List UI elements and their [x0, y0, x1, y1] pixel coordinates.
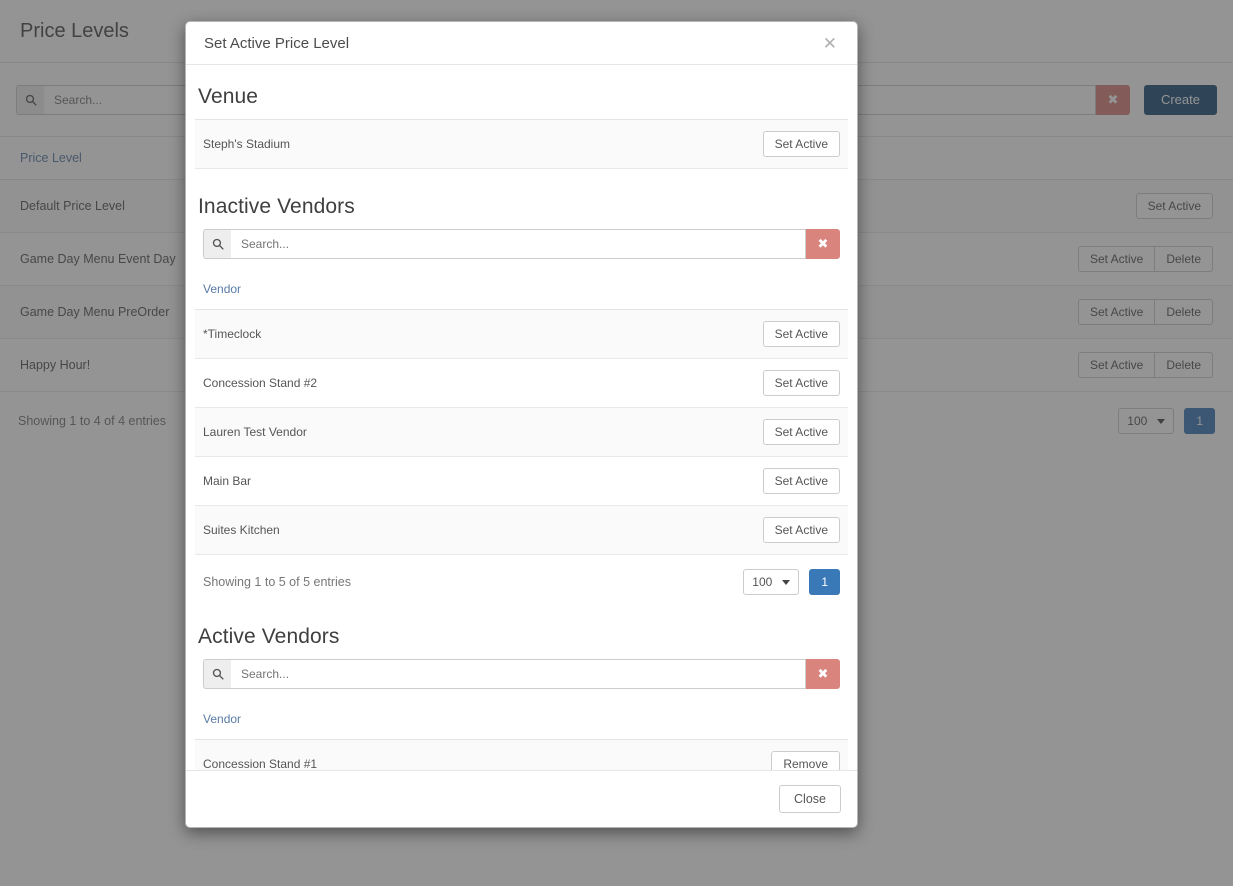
row-actions: Set Active — [576, 309, 848, 359]
active-vendors-table: Vendor Concession Stand #1 Remove — [195, 699, 848, 770]
set-active-button[interactable]: Set Active — [762, 321, 840, 347]
active-search-row: ✖ — [195, 659, 848, 699]
table-row: Steph's Stadium Set Active — [195, 119, 848, 169]
vendor-name: *Timeclock — [195, 309, 577, 359]
table-row: Suites Kitchen Set Active — [195, 505, 848, 555]
page-length-select[interactable]: 100 — [743, 569, 800, 595]
inactive-search-row: ✖ — [195, 229, 848, 269]
inactive-vendors-table: Vendor *Timeclock Set Active Concession … — [195, 269, 848, 555]
search-icon — [203, 229, 231, 259]
close-button[interactable]: Close — [779, 785, 841, 813]
set-active-button[interactable]: Set Active — [762, 468, 840, 494]
venue-heading: Venue — [198, 85, 259, 108]
row-actions: Set Active — [576, 407, 848, 457]
table-header-row: Vendor — [195, 699, 848, 740]
search-icon — [203, 659, 231, 689]
remove-button[interactable]: Remove — [771, 751, 840, 770]
set-active-button[interactable]: Set Active — [762, 370, 840, 396]
search-group: ✖ — [203, 229, 840, 259]
venue-table-body: Steph's Stadium Set Active — [195, 119, 848, 169]
row-actions: Remove — [592, 739, 848, 770]
active-vendors-search-input[interactable] — [231, 659, 806, 689]
venue-table: Steph's Stadium Set Active — [195, 119, 848, 169]
table-row: Concession Stand #1 Remove — [195, 739, 848, 770]
row-actions: Set Active — [539, 119, 848, 169]
modal-title: Set Active Price Level — [204, 34, 350, 52]
search-group: ✖ — [203, 659, 840, 689]
table-row: *Timeclock Set Active — [195, 309, 848, 359]
table-header-row: Vendor — [195, 269, 848, 310]
inactive-vendors-heading: Inactive Vendors — [198, 195, 355, 218]
vendor-name: Concession Stand #1 — [195, 739, 593, 770]
column-vendor[interactable]: Vendor — [195, 699, 848, 740]
set-active-price-level-modal: Set Active Price Level ✕ Venue Steph's S… — [185, 21, 858, 828]
inactive-vendors-footer: Showing 1 to 5 of 5 entries 100 1 — [195, 555, 848, 603]
vendor-name: Concession Stand #2 — [195, 358, 577, 408]
venue-name: Steph's Stadium — [195, 119, 540, 169]
column-vendor[interactable]: Vendor — [195, 269, 848, 310]
modal-footer: Close — [186, 770, 857, 827]
entries-info: Showing 1 to 5 of 5 entries — [203, 575, 352, 589]
chevron-down-icon — [782, 579, 791, 585]
vendor-name: Suites Kitchen — [195, 505, 577, 555]
row-actions: Set Active — [576, 456, 848, 506]
pagination: 100 1 — [743, 569, 840, 595]
set-active-button[interactable]: Set Active — [762, 131, 840, 157]
vendor-name: Lauren Test Vendor — [195, 407, 577, 457]
page-button-1[interactable]: 1 — [809, 569, 840, 595]
set-active-button[interactable]: Set Active — [762, 419, 840, 445]
table-head: Vendor — [195, 699, 848, 740]
row-actions: Set Active — [576, 505, 848, 555]
modal-header: Set Active Price Level ✕ — [186, 22, 857, 65]
clear-search-button[interactable]: ✖ — [806, 659, 840, 689]
table-body: *Timeclock Set Active Concession Stand #… — [195, 309, 848, 555]
inactive-vendors-search-input[interactable] — [231, 229, 806, 259]
row-actions: Set Active — [576, 358, 848, 408]
vendor-name: Main Bar — [195, 456, 577, 506]
clear-search-button[interactable]: ✖ — [806, 229, 840, 259]
table-body: Concession Stand #1 Remove — [195, 739, 848, 770]
active-vendors-heading: Active Vendors — [198, 625, 340, 648]
set-active-button[interactable]: Set Active — [762, 517, 840, 543]
table-head: Vendor — [195, 269, 848, 310]
modal-body: Venue Steph's Stadium Set Active Inactiv… — [186, 65, 857, 770]
table-row: Lauren Test Vendor Set Active — [195, 407, 848, 457]
page-length-value: 100 — [752, 575, 773, 589]
table-row: Concession Stand #2 Set Active — [195, 358, 848, 408]
close-icon[interactable]: ✕ — [819, 33, 841, 54]
table-row: Main Bar Set Active — [195, 456, 848, 506]
